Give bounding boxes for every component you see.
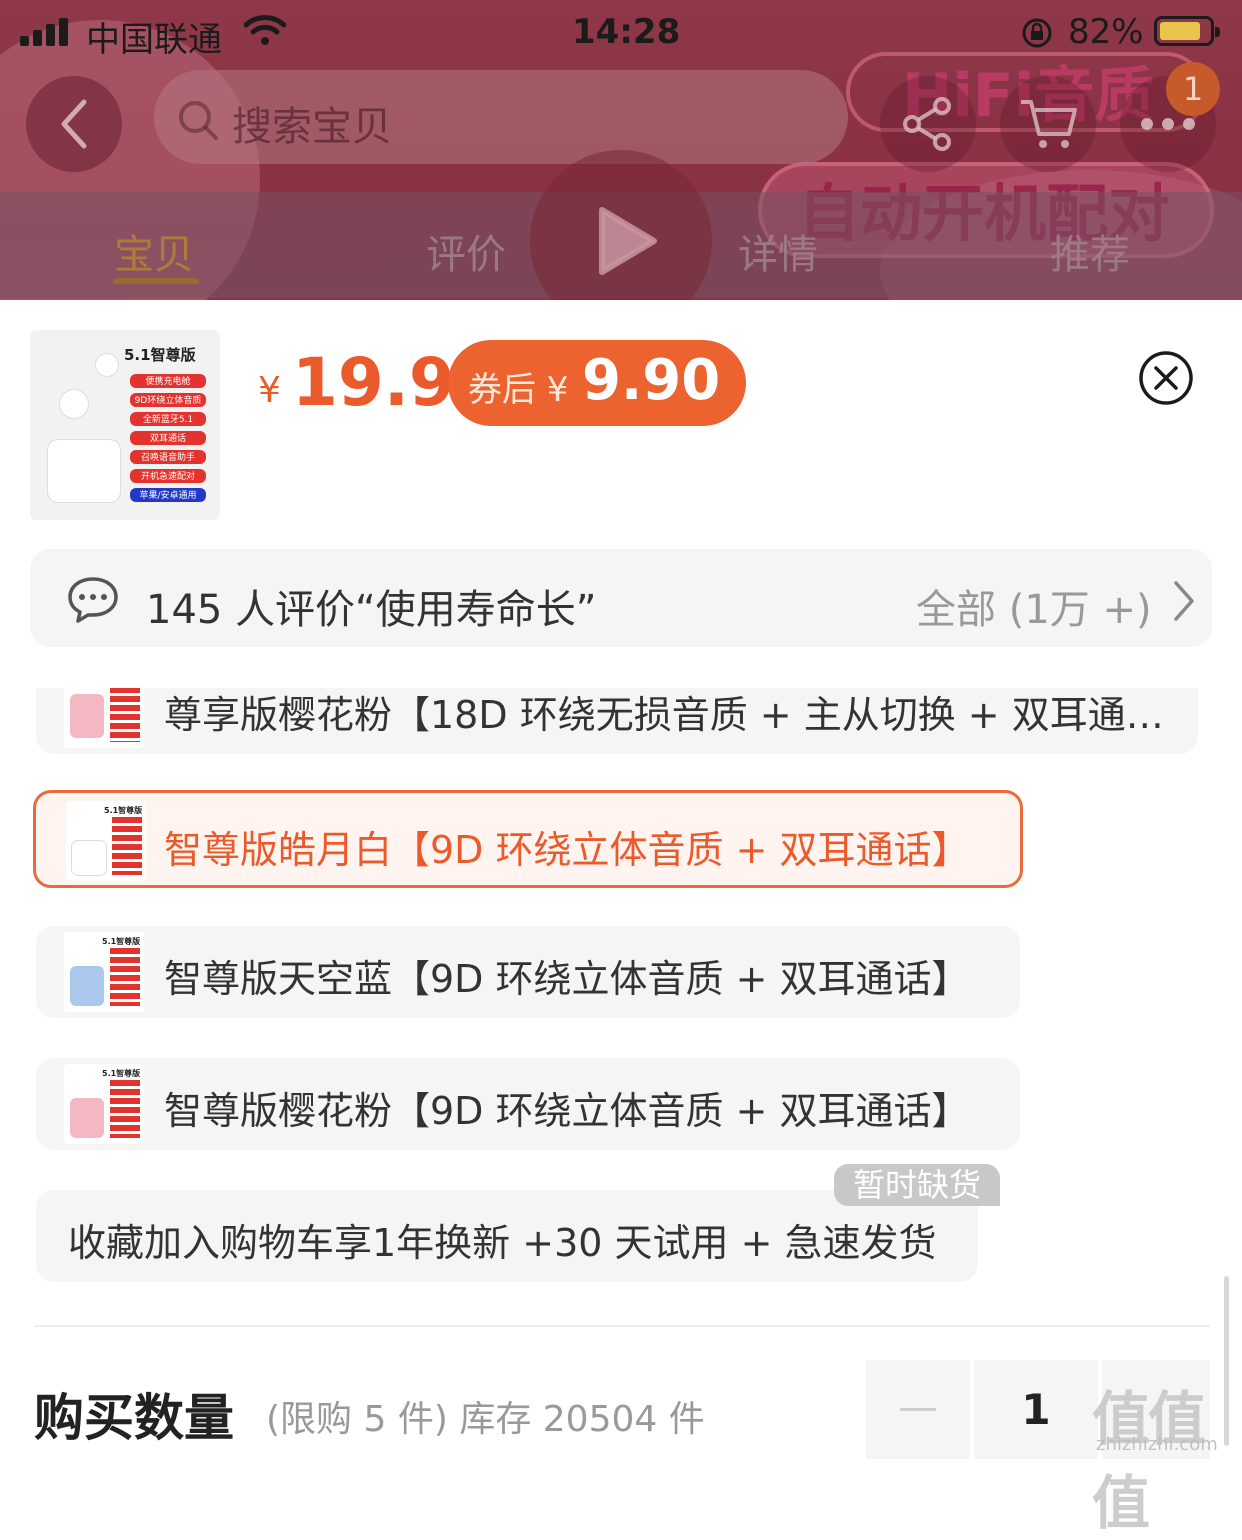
sku-option[interactable]: 5.1智尊版 智尊版樱花粉【9D 环绕立体音质 + 双耳通话】: [36, 1058, 1020, 1150]
all-reviews-link[interactable]: 全部 (1万 +): [916, 577, 1152, 635]
cart-badge: 1: [1166, 62, 1220, 116]
option-label: 收藏加入购物车享1年换新 +30 天试用 + 急速发货: [68, 1221, 937, 1265]
thumb-tag: 开机急速配对: [130, 469, 206, 483]
thumb-tag: 召唤语音助手: [130, 450, 206, 464]
option-thumbnail: 5.1智尊版: [66, 801, 146, 881]
thumb-title: 5.1智尊版: [124, 346, 196, 364]
cart-button[interactable]: [1000, 76, 1096, 172]
quantity-limit-info: (限购 5 件) 库存 20504 件: [266, 1399, 705, 1440]
thumb-tag: 9D环绕立体音质: [130, 393, 206, 407]
option-thumb-title: 5.1智尊版: [102, 937, 141, 946]
wifi-icon: [244, 15, 286, 45]
sku-option[interactable]: 5.1智尊版 智尊版天空蓝【9D 环绕立体音质 + 双耳通话】: [36, 926, 1020, 1018]
tab-reviews[interactable]: 评价: [426, 222, 506, 280]
thumb-tag: 便携充电舱: [130, 374, 206, 388]
chevron-right-icon: [1174, 581, 1194, 621]
clock: 14:28: [572, 12, 681, 52]
tab-details[interactable]: 详情: [738, 222, 818, 280]
earbud-image: [96, 354, 118, 376]
earbud-image: [60, 390, 88, 418]
price: 19.9: [292, 344, 455, 421]
review-summary-bar[interactable]: 145 人评价“使用寿命长” 全部 (1万 +): [30, 549, 1212, 647]
quantity-value[interactable]: 1: [974, 1360, 1098, 1459]
divider: [34, 1325, 1210, 1327]
thumb-tag: 全新蓝牙5.1: [130, 412, 206, 426]
sku-option-disabled[interactable]: 收藏加入购物车享1年换新 +30 天试用 + 急速发货: [36, 1190, 978, 1282]
back-button[interactable]: [26, 76, 122, 172]
quantity-title: 购买数量: [34, 1389, 234, 1447]
option-color-swatch: [70, 966, 104, 1006]
out-of-stock-badge: 暂时缺货: [834, 1164, 1000, 1206]
tab-baobei[interactable]: 宝贝: [114, 222, 194, 280]
option-label: 智尊版樱花粉【9D 环绕立体音质 + 双耳通话】: [164, 1089, 970, 1133]
minus-icon: [900, 1408, 936, 1411]
watermark-url: zhizhizhi.com: [1096, 1434, 1218, 1455]
option-label: 智尊版天空蓝【9D 环绕立体音质 + 双耳通话】: [164, 957, 970, 1001]
coupon-price-badge: 券后 ¥ 9.90: [448, 340, 746, 426]
search-placeholder: 搜索宝贝: [232, 104, 392, 150]
option-color-swatch: [70, 1098, 104, 1138]
option-thumb-title: 5.1智尊版: [104, 806, 143, 815]
sku-option[interactable]: 尊享版樱花粉【18D 环绕无损音质 + 主从切换 + 双耳通…: [36, 688, 1198, 754]
tab-recommend[interactable]: 推荐: [1050, 222, 1130, 280]
product-thumbnail[interactable]: 5.1智尊版 便携充电舱 9D环绕立体音质 全新蓝牙5.1 双耳通话 召唤语音助…: [30, 330, 220, 520]
signal-icon: [20, 18, 72, 46]
option-label: 智尊版皓月白【9D 环绕立体音质 + 双耳通话】: [164, 828, 970, 872]
option-thumbnail: 5.1智尊版: [64, 932, 144, 1012]
options-scroll-clip: 尊享版樱花粉【18D 环绕无损音质 + 主从切换 + 双耳通…: [0, 688, 1242, 758]
review-summary-text: 145 人评价“使用寿命长”: [146, 587, 597, 633]
option-thumbnail: [64, 688, 144, 748]
cart-icon: [1021, 100, 1077, 148]
sku-option-selected[interactable]: 5.1智尊版 智尊版皓月白【9D 环绕立体音质 + 双耳通话】: [33, 790, 1023, 888]
coupon-label: 券后 ¥: [468, 370, 569, 410]
search-icon: [179, 101, 218, 140]
option-tags-art: [110, 688, 140, 742]
option-thumb-title: 5.1智尊版: [102, 1069, 141, 1078]
option-tags-art: [110, 948, 140, 1006]
option-thumbnail: 5.1智尊版: [64, 1064, 144, 1144]
chevron-left-icon: [61, 99, 87, 149]
carrier-label: 中国联通: [86, 20, 222, 60]
tab-active-indicator: [113, 278, 199, 284]
battery-icon: [1154, 16, 1220, 46]
share-icon: [903, 97, 951, 151]
share-button[interactable]: [880, 76, 976, 172]
watermark-logo: 值值值: [1092, 1385, 1206, 1537]
option-label: 尊享版樱花粉【18D 环绕无损音质 + 主从切换 + 双耳通…: [164, 693, 1164, 737]
close-icon[interactable]: [1138, 350, 1194, 406]
option-tags-art: [110, 1080, 140, 1138]
currency-symbol: ¥: [258, 370, 281, 411]
thumb-tag: 苹果/安卓通用: [130, 488, 206, 502]
coupon-price: 9.90: [582, 348, 721, 413]
thumb-tag: 双耳通话: [130, 431, 206, 445]
case-image: [48, 440, 120, 502]
chat-bubble-icon: [68, 577, 118, 623]
more-icon: [1141, 118, 1195, 130]
rotation-lock-icon: [1022, 18, 1052, 48]
status-bar: 中国联通 14:28 82%: [0, 0, 1242, 64]
option-tags-art: [112, 817, 142, 875]
play-icon: [599, 207, 657, 275]
option-color-swatch: [70, 694, 104, 738]
option-color-swatch: [72, 841, 106, 875]
quantity-decrement-button[interactable]: [866, 1360, 970, 1459]
battery-percent: 82%: [1068, 12, 1144, 52]
